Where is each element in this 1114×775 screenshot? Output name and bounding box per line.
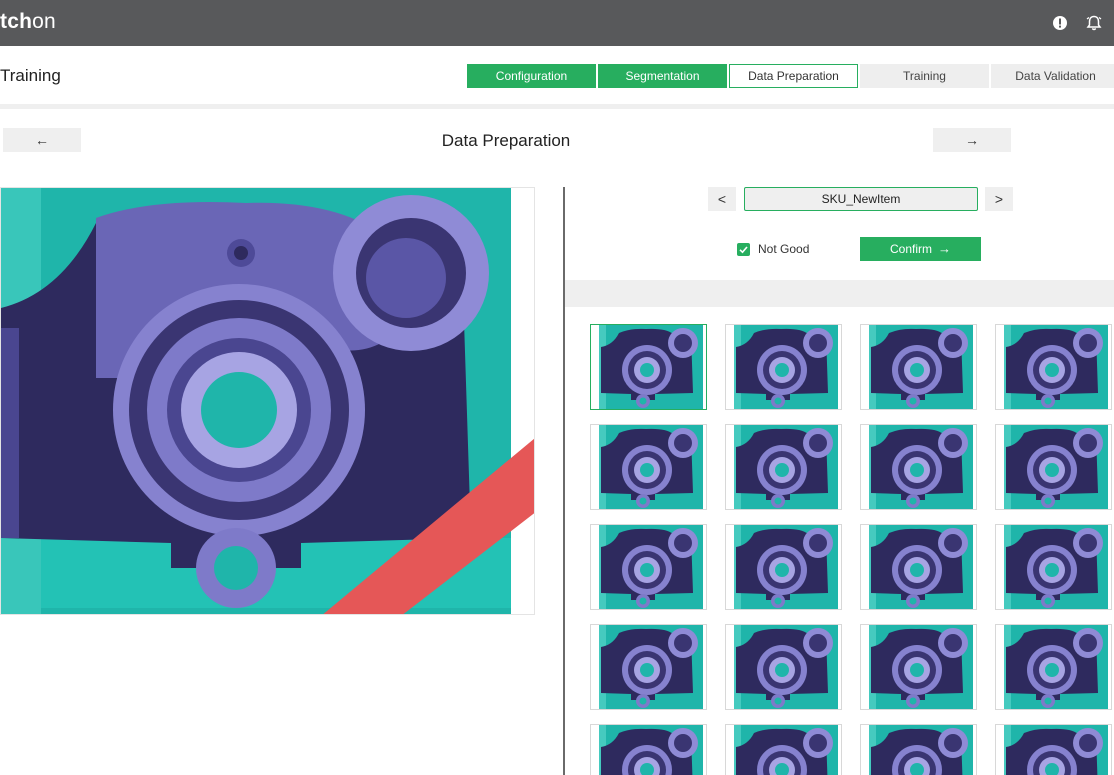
image-thumbnail[interactable] [725,724,842,775]
image-thumbnail[interactable] [860,324,977,410]
image-thumbnail[interactable] [590,624,707,710]
panel-divider [563,187,565,775]
step-data-validation[interactable]: Data Validation [991,64,1114,88]
image-thumbnail[interactable] [860,524,977,610]
image-thumbnail[interactable] [590,724,707,775]
header-divider [0,104,1114,109]
sku-next-button[interactable]: > [985,187,1013,211]
toolbar-band [565,280,1114,307]
image-thumbnail[interactable] [860,724,977,775]
image-thumbnail[interactable] [725,524,842,610]
step-training[interactable]: Training [860,64,989,88]
not-good-checkbox[interactable] [737,243,750,256]
app-logo: tchon [0,10,56,33]
sku-selector[interactable]: SKU_NewItem [744,187,978,211]
bell-icon[interactable] [1084,13,1104,33]
image-thumbnail[interactable] [590,324,707,410]
image-thumbnail[interactable] [995,524,1112,610]
image-thumbnail[interactable] [995,624,1112,710]
previous-step-button[interactable]: ← [3,128,81,152]
image-thumbnail[interactable] [860,424,977,510]
image-thumbnail[interactable] [590,424,707,510]
step-configuration[interactable]: Configuration [467,64,596,88]
next-step-button[interactable]: → [933,128,1011,152]
image-thumbnail[interactable] [995,324,1112,410]
checkmark-icon [739,246,748,254]
image-thumbnail[interactable] [725,324,842,410]
step-data-preparation[interactable]: Data Preparation [729,64,858,88]
image-thumbnail[interactable] [725,624,842,710]
image-thumbnail[interactable] [725,424,842,510]
part-preview-image [1,188,534,614]
section-title: Data Preparation [441,131,571,150]
sku-prev-button[interactable]: < [708,187,736,211]
step-segmentation[interactable]: Segmentation [598,64,727,88]
thumbnail-grid [590,324,1114,775]
arrow-right-icon: → [938,241,951,256]
not-good-label: Not Good [758,242,810,256]
page-title: Training [0,66,61,85]
image-thumbnail[interactable] [995,424,1112,510]
image-thumbnail[interactable] [590,524,707,610]
alert-icon[interactable] [1050,13,1070,33]
workflow-steps: Configuration Segmentation Data Preparat… [467,64,1114,88]
confirm-button[interactable]: Confirm → [860,237,981,261]
image-thumbnail[interactable] [860,624,977,710]
image-thumbnail[interactable] [995,724,1112,775]
top-bar: tchon [0,0,1114,46]
confirm-label: Confirm [889,242,932,256]
page-header: Training Configuration Segmentation Data… [0,46,1114,106]
image-preview [0,187,535,615]
